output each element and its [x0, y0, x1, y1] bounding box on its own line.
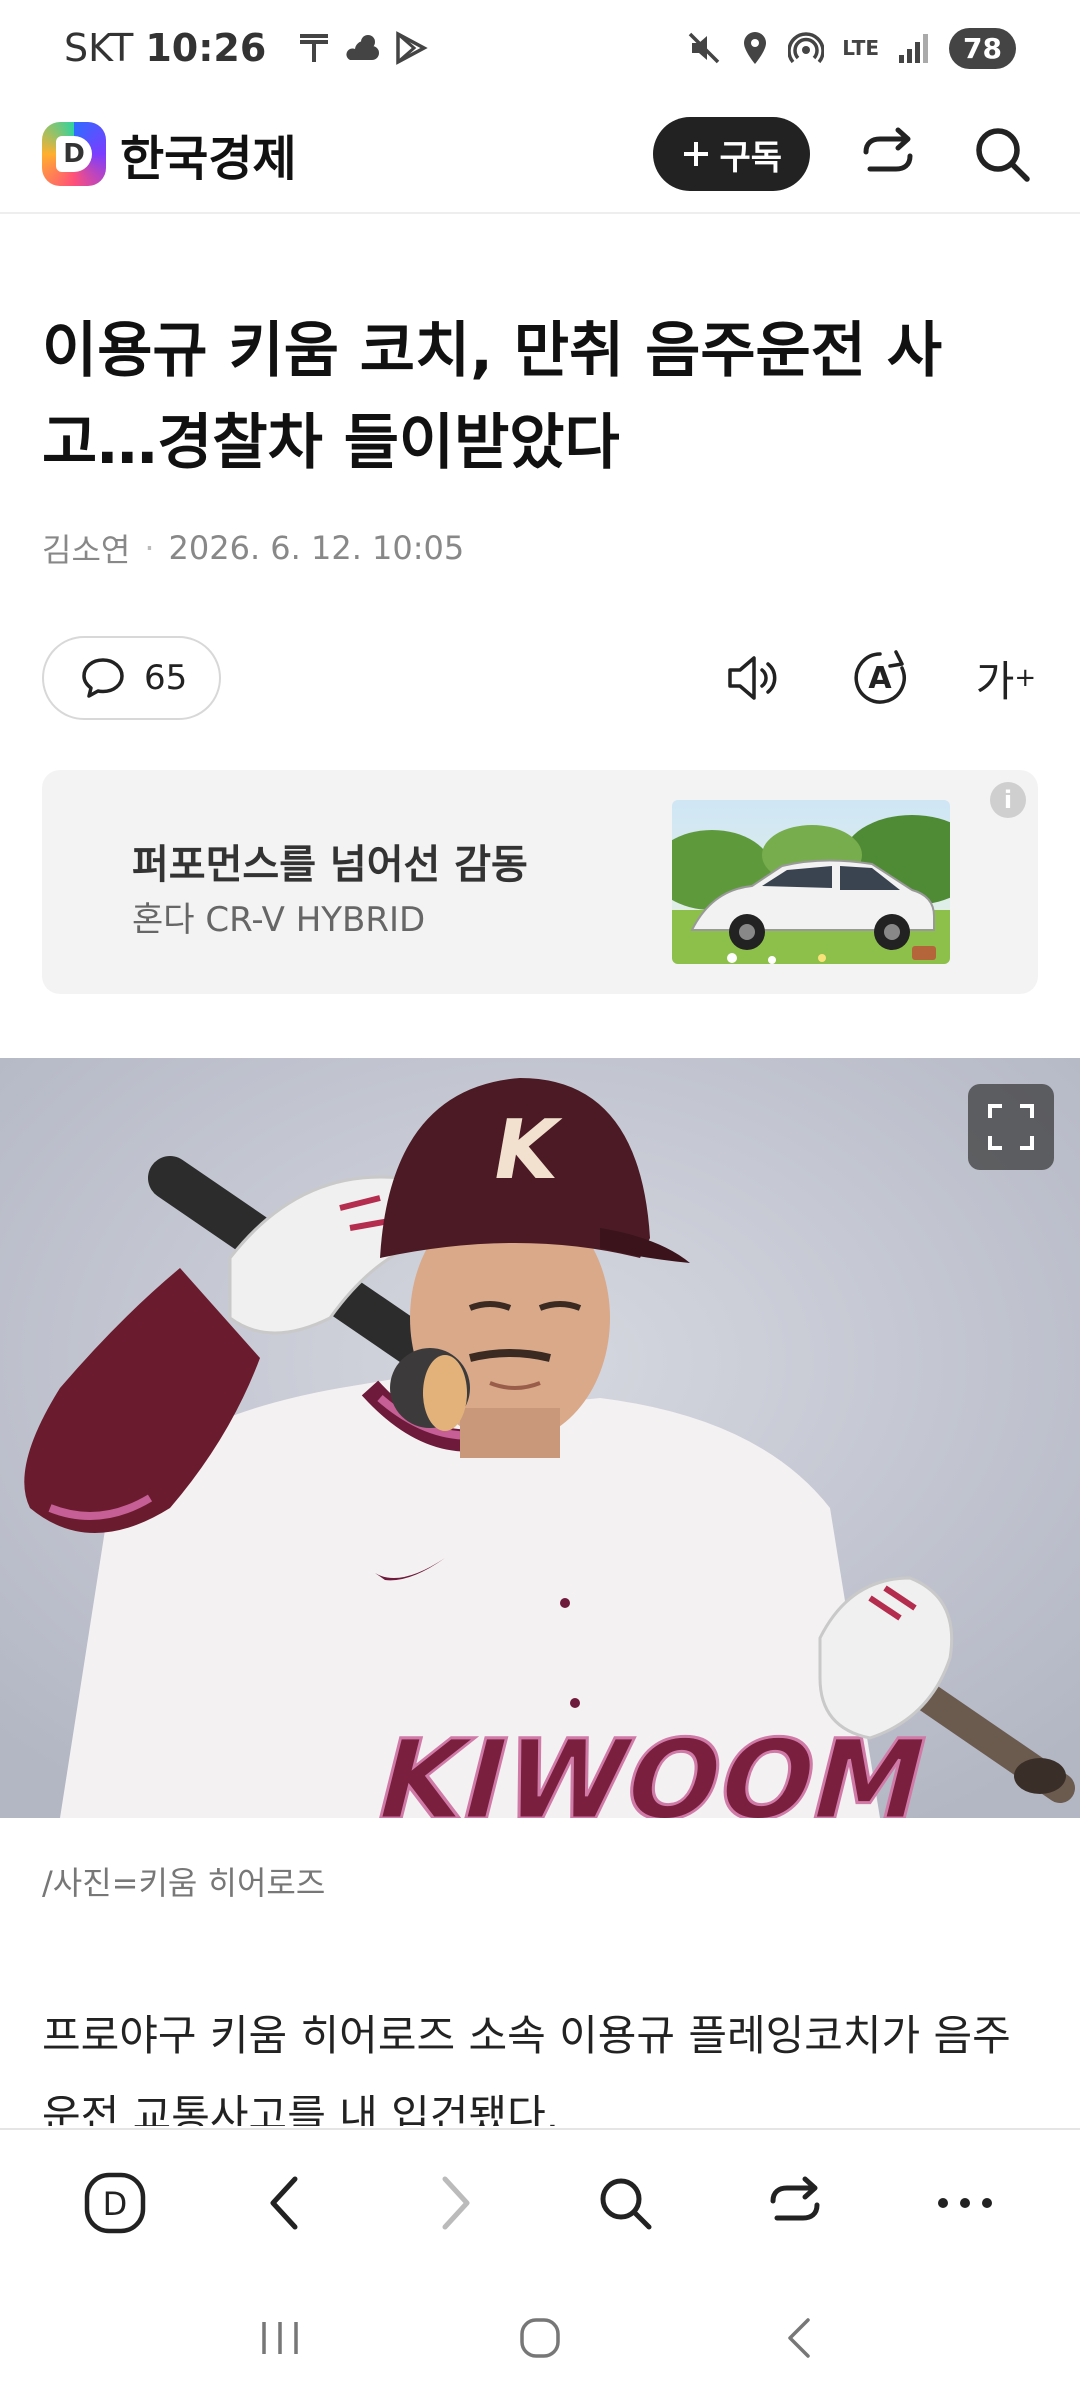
article-body-paragraph: 프로야구 키움 히어로즈 소속 이용규 플레잉코치가 음주운전 교통사고를 내 … — [42, 2011, 1011, 2126]
byline: 김소연 · 2026. 6. 12. 10:05 — [42, 525, 464, 571]
status-bar: SKT 10:26 LTE 78 — [0, 0, 1080, 96]
network-label: LTE — [842, 36, 880, 60]
app-header: D 한국경제 구독 — [0, 96, 1080, 214]
location-icon — [744, 32, 767, 64]
ad-car-image — [672, 800, 950, 964]
player-illustration: KIWOOM K — [0, 1058, 1080, 1818]
brand[interactable]: D 한국경제 — [42, 119, 297, 189]
article-headline: 이용규 키움 코치, 만취 음주운전 사고…경찰차 들이받았다 — [42, 316, 943, 478]
clock: 10:26 — [145, 26, 267, 70]
font-size-icon[interactable]: 가 + — [974, 646, 1038, 710]
system-back-icon[interactable] — [760, 2298, 840, 2378]
home-icon[interactable]: D — [75, 2163, 155, 2243]
publish-date: 2026. 6. 12. 10:05 — [168, 529, 465, 567]
ad-title: 퍼포먼스를 넘어선 감동 — [132, 842, 528, 888]
subscribe-button[interactable]: 구독 — [653, 117, 810, 191]
comment-icon — [82, 658, 124, 698]
plus-icon — [684, 142, 709, 166]
author-name[interactable]: 김소연 — [42, 525, 130, 571]
comment-count: 65 — [144, 658, 188, 698]
battery-indicator: 78 — [949, 27, 1016, 69]
back-icon[interactable] — [245, 2163, 325, 2243]
speaker-icon[interactable] — [722, 646, 786, 710]
expand-icon — [988, 1104, 1034, 1150]
signal-icon — [899, 34, 929, 63]
translate-icon[interactable]: A — [848, 646, 912, 710]
translate-glyph: A — [868, 660, 892, 696]
t-app-icon — [300, 34, 329, 62]
font-size-glyph: 가 — [975, 656, 1015, 706]
more-icon[interactable] — [925, 2163, 1005, 2243]
daum-logo-icon: D — [42, 122, 106, 186]
ad-banner[interactable]: 퍼포먼스를 넘어선 감동 혼다 CR-V HYBRID i — [42, 770, 1038, 994]
mute-icon — [689, 32, 720, 64]
share-icon[interactable] — [755, 2163, 835, 2243]
photo-caption: /사진=키움 히어로즈 — [42, 1864, 326, 1902]
ad-info-icon[interactable]: i — [990, 782, 1026, 818]
search-icon[interactable] — [585, 2163, 665, 2243]
play-store-icon — [396, 31, 428, 65]
status-right: LTE 78 — [686, 27, 1016, 69]
recent-apps-icon[interactable] — [240, 2298, 320, 2378]
brand-name: 한국경제 — [120, 131, 297, 187]
weather-icon — [346, 35, 380, 60]
notification-icons — [296, 30, 428, 66]
comment-button[interactable]: 65 — [42, 636, 222, 720]
carrier-label: SKT — [64, 26, 134, 70]
bottom-navigation: D — [0, 2128, 1080, 2276]
article-tools: 65 A 가 + — [42, 636, 1038, 720]
article-photo[interactable]: KIWOOM K — [0, 1058, 1080, 1818]
search-icon[interactable] — [966, 118, 1038, 190]
tool-icons: A 가 + — [722, 646, 1038, 710]
ad-subtitle: 혼다 CR-V HYBRID — [132, 900, 426, 940]
system-navigation — [0, 2276, 1080, 2400]
home-letter: D — [103, 2185, 128, 2223]
plus-superscript: + — [1014, 663, 1037, 693]
forward-icon[interactable] — [415, 2163, 495, 2243]
logo-letter: D — [56, 136, 92, 172]
status-left: SKT 10:26 — [64, 26, 428, 70]
subscribe-label: 구독 — [719, 137, 782, 178]
share-icon[interactable] — [852, 118, 924, 190]
byline-separator: · — [144, 529, 155, 567]
fullscreen-button[interactable] — [968, 1084, 1054, 1170]
hotspot-icon — [788, 32, 825, 64]
home-button-icon[interactable] — [500, 2298, 580, 2378]
